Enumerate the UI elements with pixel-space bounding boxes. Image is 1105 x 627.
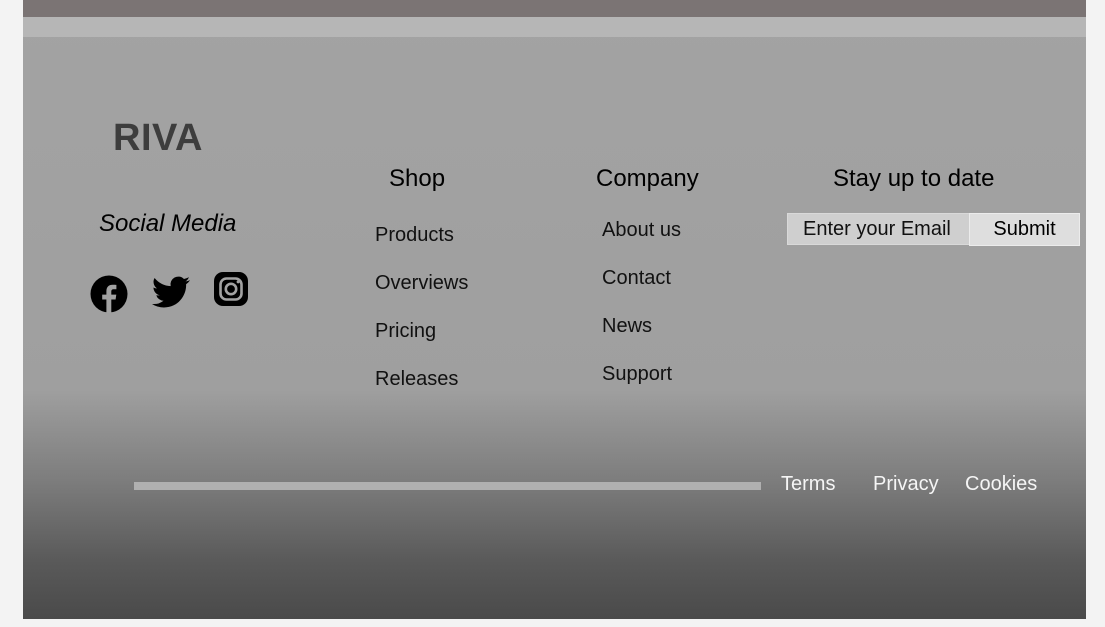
social-media-heading: Social Media bbox=[99, 210, 237, 237]
shop-heading: Shop bbox=[389, 165, 446, 192]
newsletter-heading: Stay up to date bbox=[833, 165, 995, 192]
header-band bbox=[23, 17, 1086, 37]
legal-link-cookies[interactable]: Cookies bbox=[965, 474, 1037, 494]
shop-link-overviews[interactable]: Overviews bbox=[375, 273, 468, 293]
company-link-support[interactable]: Support bbox=[602, 364, 672, 384]
submit-button[interactable]: Submit bbox=[969, 213, 1080, 246]
instagram-icon[interactable] bbox=[214, 272, 248, 306]
page-frame: RIVA Social Media Shop Products Overview… bbox=[23, 0, 1086, 619]
top-bar bbox=[23, 0, 1086, 17]
shop-link-products[interactable]: Products bbox=[375, 225, 454, 245]
legal-link-terms[interactable]: Terms bbox=[781, 474, 835, 494]
footer-divider bbox=[134, 482, 761, 490]
twitter-icon[interactable] bbox=[150, 273, 192, 311]
shop-link-releases[interactable]: Releases bbox=[375, 369, 458, 389]
company-link-news[interactable]: News bbox=[602, 316, 652, 336]
email-input[interactable] bbox=[787, 213, 969, 245]
brand-logo[interactable]: RIVA bbox=[113, 119, 203, 157]
shop-link-pricing[interactable]: Pricing bbox=[375, 321, 436, 341]
company-heading: Company bbox=[596, 165, 699, 192]
facebook-icon[interactable] bbox=[90, 275, 128, 313]
company-link-contact[interactable]: Contact bbox=[602, 268, 671, 288]
company-link-about-us[interactable]: About us bbox=[602, 220, 681, 240]
legal-link-privacy[interactable]: Privacy bbox=[873, 474, 939, 494]
